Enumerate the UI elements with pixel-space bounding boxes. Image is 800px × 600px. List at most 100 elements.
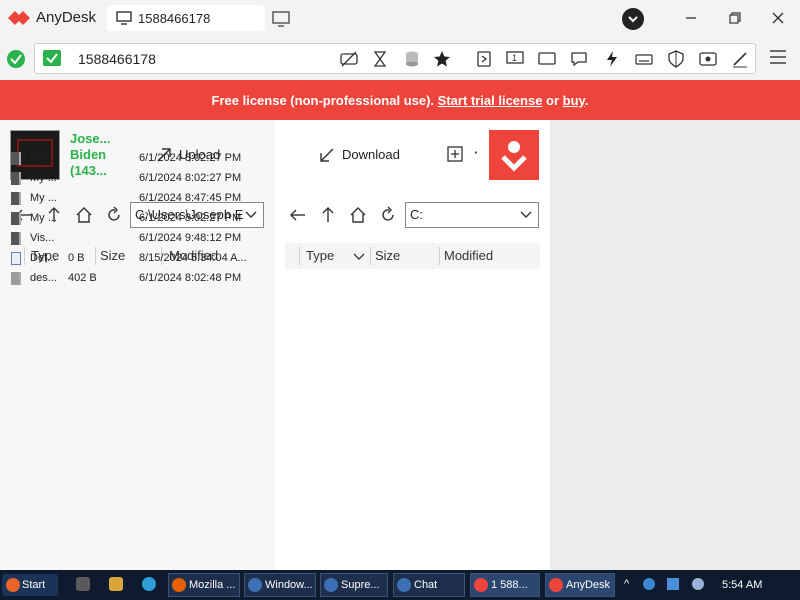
taskbar-app[interactable]: 1 588... bbox=[470, 573, 540, 597]
close-icon[interactable] bbox=[769, 9, 787, 27]
monitor-select-icon[interactable]: 1 bbox=[506, 50, 524, 68]
file-row[interactable]: My ... 6/1/2024 8:02:27 PM bbox=[8, 168, 270, 188]
tray-app-icon[interactable] bbox=[643, 578, 655, 590]
view-mode-icon[interactable] bbox=[699, 50, 717, 68]
address-field[interactable]: 1588466178 1 bbox=[34, 43, 756, 74]
taskbar-app[interactable]: Mozilla ... bbox=[168, 573, 240, 597]
taskbar-app-icon bbox=[397, 578, 411, 592]
folder-icon bbox=[11, 152, 21, 165]
file-row[interactable]: des... 402 B 6/1/2024 8:02:48 PM bbox=[8, 268, 270, 288]
keyboard-icon[interactable] bbox=[635, 50, 653, 68]
file-row[interactable]: My ... 6/1/2024 8:47:45 PM bbox=[8, 188, 270, 208]
display-icon[interactable] bbox=[538, 50, 556, 68]
shortcut-icon bbox=[11, 252, 21, 265]
sort-chevron-icon[interactable] bbox=[353, 253, 365, 261]
license-text: Free license (non-professional use). bbox=[211, 93, 438, 108]
tray-volume-icon[interactable] bbox=[692, 578, 704, 590]
license-suffix: . bbox=[584, 93, 589, 108]
license-banner: Free license (non-professional use). Sta… bbox=[0, 80, 800, 120]
taskbar-app-label: Window... bbox=[265, 579, 313, 591]
taskbar-app-label: Chat bbox=[414, 579, 438, 591]
anydesk-logo-icon bbox=[8, 11, 30, 25]
tab-session[interactable]: 1588466178 bbox=[107, 5, 265, 31]
new-tab-icon[interactable] bbox=[272, 11, 290, 27]
secure-connection-icon bbox=[43, 50, 61, 66]
column-divider bbox=[370, 247, 371, 265]
start-orb-icon bbox=[6, 578, 20, 592]
file-size: 402 B bbox=[68, 272, 97, 284]
edge-browser-icon[interactable] bbox=[142, 577, 156, 591]
chat-icon[interactable] bbox=[570, 50, 588, 68]
file-modified: 6/1/2024 9:48:12 PM bbox=[139, 232, 242, 244]
buy-link[interactable]: buy bbox=[563, 93, 585, 108]
remote-col-modified[interactable]: Modified bbox=[444, 243, 493, 269]
taskbar-clock: 5:54 AM bbox=[722, 579, 763, 591]
taskbar-app[interactable]: Chat bbox=[393, 573, 465, 597]
title-bar: AnyDesk 1588466178 bbox=[0, 0, 800, 36]
file-modified: 6/1/2024 8:47:45 PM bbox=[139, 192, 242, 204]
file-row[interactable]: Def... 0 B 8/15/2024 5:34:04 A... bbox=[8, 248, 270, 268]
file-size: 0 B bbox=[68, 252, 85, 264]
hamburger-menu-icon[interactable] bbox=[769, 49, 787, 65]
file-name: des... bbox=[30, 272, 57, 284]
file-row[interactable]: Vis... 6/1/2024 9:48:12 PM bbox=[8, 228, 270, 248]
taskbar-app-label: AnyDesk bbox=[566, 579, 611, 591]
show-desktop-icon[interactable] bbox=[76, 577, 90, 591]
privacy-mode-icon[interactable] bbox=[340, 50, 358, 68]
remote-refresh-icon[interactable] bbox=[379, 206, 397, 224]
remote-path-dropdown[interactable]: C: bbox=[405, 202, 539, 228]
taskbar-app-icon bbox=[324, 578, 338, 592]
actions-lightning-icon[interactable] bbox=[603, 50, 621, 68]
download-button[interactable]: Download bbox=[318, 143, 418, 167]
taskbar-app-icon bbox=[549, 578, 563, 592]
tray-expand-icon[interactable]: ^ bbox=[624, 578, 636, 590]
download-status-icon[interactable] bbox=[622, 8, 644, 30]
file-row[interactable]: My ... 6/1/2024 8:02:27 PM bbox=[8, 148, 270, 168]
folder-icon bbox=[11, 192, 21, 205]
file-modified: 6/1/2024 8:02:27 PM bbox=[139, 212, 242, 224]
file-transfer-icon[interactable] bbox=[475, 50, 493, 68]
remote-up-icon[interactable] bbox=[319, 206, 337, 224]
remote-home-icon[interactable] bbox=[349, 206, 367, 224]
remote-col-size[interactable]: Size bbox=[375, 243, 400, 269]
svg-text:1: 1 bbox=[512, 53, 517, 63]
file-name: Def... bbox=[30, 252, 57, 264]
file-name: My ... bbox=[30, 212, 57, 224]
new-folder-icon[interactable] bbox=[447, 146, 463, 162]
restore-icon[interactable] bbox=[726, 9, 744, 27]
folder-icon bbox=[11, 172, 21, 185]
download-arrow-icon bbox=[320, 148, 334, 162]
column-divider bbox=[439, 247, 440, 265]
taskbar-app[interactable]: AnyDesk bbox=[545, 573, 615, 597]
taskbar-app[interactable]: Supre... bbox=[320, 573, 388, 597]
star-icon[interactable] bbox=[433, 50, 451, 68]
start-trial-link[interactable]: Start trial license bbox=[438, 93, 543, 108]
whiteboard-pen-icon[interactable] bbox=[731, 50, 749, 68]
permissions-shield-icon[interactable] bbox=[667, 50, 685, 68]
folder-icon bbox=[11, 212, 21, 225]
remote-column-header: Type Size Modified bbox=[285, 243, 540, 269]
address-input[interactable]: 1588466178 bbox=[78, 51, 156, 67]
more-options-button[interactable]: · bbox=[474, 145, 478, 160]
file-modified: 8/15/2024 5:34:04 A... bbox=[139, 252, 247, 264]
file-row[interactable]: My ... 6/1/2024 8:02:27 PM bbox=[8, 208, 270, 228]
remote-back-icon[interactable] bbox=[289, 206, 307, 224]
chevron-down-icon bbox=[520, 211, 532, 218]
hourglass-icon[interactable] bbox=[371, 50, 389, 68]
download-label: Download bbox=[342, 147, 400, 162]
remote-col-type[interactable]: Type bbox=[306, 243, 334, 269]
app-title: AnyDesk bbox=[36, 9, 97, 26]
tray-network-icon[interactable] bbox=[667, 578, 679, 590]
media-player-icon[interactable] bbox=[109, 577, 123, 591]
minimize-icon[interactable] bbox=[682, 9, 700, 27]
folder-icon bbox=[11, 232, 21, 245]
taskbar-app-label: Supre... bbox=[341, 579, 380, 591]
file-modified: 6/1/2024 8:02:27 PM bbox=[139, 172, 242, 184]
file-name: My ... bbox=[30, 192, 57, 204]
remote-files-panel bbox=[275, 120, 550, 570]
database-icon[interactable] bbox=[403, 50, 421, 68]
taskbar-app[interactable]: Window... bbox=[244, 573, 316, 597]
taskbar-app-label: 1 588... bbox=[491, 579, 528, 591]
taskbar-app-icon bbox=[172, 578, 186, 592]
start-button[interactable]: Start bbox=[2, 574, 58, 596]
